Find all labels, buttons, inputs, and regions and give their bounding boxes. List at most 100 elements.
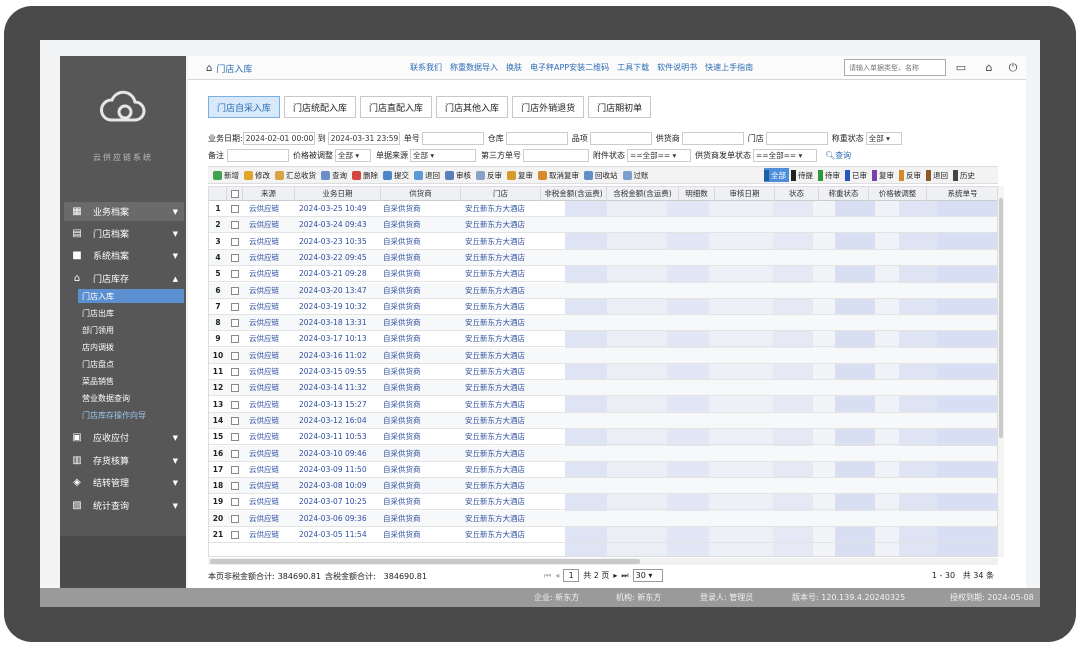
date-cell[interactable]: 2024-03-05 11:54 <box>299 527 381 543</box>
source-cell[interactable]: 云供应链 <box>249 397 295 413</box>
table-row[interactable]: 10 云供应链 2024-03-16 11:02 自采供货商 安丘新东方大酒店 <box>209 347 997 364</box>
source-cell[interactable]: 云供应链 <box>249 315 295 331</box>
sidebar-subitem-stocktake[interactable]: 门店盘点 <box>78 357 184 371</box>
row-checkbox[interactable] <box>231 482 239 491</box>
order-no-input[interactable] <box>421 131 484 145</box>
table-row[interactable]: 7 云供应链 2024-03-19 10:32 自采供货商 安丘新东方大酒店 <box>209 299 997 315</box>
supplier-cell[interactable]: 自采供货商 <box>383 283 461 299</box>
row-checkbox[interactable] <box>231 253 239 262</box>
table-row[interactable]: 17 云供应链 2024-03-09 11:50 自采供货商 安丘新东方大酒店 <box>209 462 997 478</box>
source-cell[interactable]: 云供应链 <box>249 250 295 266</box>
date-cell[interactable]: 2024-03-22 09:45 <box>299 250 381 266</box>
row-checkbox[interactable] <box>231 400 239 409</box>
store-cell[interactable]: 安丘新东方大酒店 <box>465 478 541 494</box>
store-cell[interactable]: 安丘新东方大酒店 <box>465 331 541 347</box>
sidebar-item-stock-accounting[interactable]: ▥ 存货核算 ▼ <box>64 451 184 470</box>
source-select[interactable]: 全部 ▾ <box>410 148 476 162</box>
row-checkbox[interactable] <box>231 221 239 230</box>
supplier-cell[interactable]: 自采供货商 <box>383 380 461 396</box>
status-filter-history[interactable]: 历史 <box>953 168 978 182</box>
date-from-input[interactable]: 2024-02-01 00:00 <box>242 131 315 145</box>
unapprove-button[interactable]: 反审 <box>476 170 502 181</box>
source-cell[interactable]: 云供应链 <box>249 429 295 445</box>
table-row[interactable]: 5 云供应链 2024-03-21 09:28 自采供货商 安丘新东方大酒店 <box>209 266 997 283</box>
table-row[interactable]: 18 云供应链 2024-03-08 10:09 自采供货商 安丘新东方大酒店 <box>209 478 997 495</box>
source-cell[interactable]: 云供应链 <box>249 234 295 250</box>
status-filter-pending-submit[interactable]: 待提 <box>791 168 816 182</box>
source-cell[interactable]: 云供应链 <box>249 380 295 396</box>
horizontal-scrollbar[interactable] <box>208 558 998 565</box>
row-checkbox[interactable] <box>231 335 239 344</box>
status-filter-reviewed[interactable]: 复审 <box>872 168 897 182</box>
date-cell[interactable]: 2024-03-10 09:46 <box>299 446 381 462</box>
price-adjusted-select[interactable]: 全部 ▾ <box>335 148 371 162</box>
status-filter-all[interactable]: 全部 <box>764 168 789 182</box>
supplier-input[interactable] <box>681 131 744 145</box>
sidebar-item-statistics[interactable]: ▧ 统计查询 ▼ <box>64 496 184 515</box>
date-cell[interactable]: 2024-03-20 13:47 <box>299 283 381 299</box>
supplier-cell[interactable]: 自采供货商 <box>383 331 461 347</box>
supplier-cell[interactable]: 自采供货商 <box>383 462 461 478</box>
date-cell[interactable]: 2024-03-07 10:25 <box>299 494 381 510</box>
date-cell[interactable]: 2024-03-15 09:55 <box>299 364 381 380</box>
store-cell[interactable]: 安丘新东方大酒店 <box>465 429 541 445</box>
sidebar-subitem-inventory-guide[interactable]: 门店库存操作向导 <box>78 408 184 422</box>
table-row[interactable]: 12 云供应链 2024-03-14 11:32 自采供货商 安丘新东方大酒店 <box>209 380 997 397</box>
date-cell[interactable]: 2024-03-06 09:36 <box>299 511 381 527</box>
source-cell[interactable]: 云供应链 <box>249 201 295 217</box>
table-row[interactable]: 6 云供应链 2024-03-20 13:47 自采供货商 安丘新东方大酒店 <box>209 282 997 299</box>
power-icon[interactable]: ⏻ <box>1006 61 1020 74</box>
page-number-input[interactable]: 1 <box>563 569 580 582</box>
table-row[interactable]: 19 云供应链 2024-03-07 10:25 自采供货商 安丘新东方大酒店 <box>209 494 997 511</box>
link-skin[interactable]: 换肤 <box>506 62 522 73</box>
row-checkbox[interactable] <box>231 433 239 442</box>
source-cell[interactable]: 云供应链 <box>249 527 295 543</box>
supplier-send-select[interactable]: ==全部== ▾ <box>753 148 817 162</box>
date-cell[interactable]: 2024-03-08 10:09 <box>299 478 381 494</box>
tab-direct-dist[interactable]: 门店直配入库 <box>360 96 433 118</box>
store-cell[interactable]: 安丘新东方大酒店 <box>465 527 541 543</box>
date-cell[interactable]: 2024-03-18 13:31 <box>299 315 381 331</box>
table-row[interactable]: 11 云供应链 2024-03-15 09:55 自采供货商 安丘新东方大酒店 <box>209 364 997 380</box>
table-row[interactable]: 15 云供应链 2024-03-11 10:53 自采供货商 安丘新东方大酒店 <box>209 429 997 446</box>
table-row[interactable]: 2 云供应链 2024-03-24 09:43 自采供货商 安丘新东方大酒店 <box>209 217 997 234</box>
source-cell[interactable]: 云供应链 <box>249 446 295 462</box>
link-manual[interactable]: 软件说明书 <box>657 62 697 73</box>
date-cell[interactable]: 2024-03-17 10:13 <box>299 331 381 347</box>
row-checkbox[interactable] <box>231 416 239 425</box>
source-cell[interactable]: 云供应链 <box>249 364 295 380</box>
row-checkbox[interactable] <box>231 205 239 213</box>
tab-opening[interactable]: 门店期初单 <box>588 96 652 118</box>
table-row[interactable]: 21 云供应链 2024-03-05 11:54 自采供货商 安丘新东方大酒店 <box>209 527 997 543</box>
store-cell[interactable]: 安丘新东方大酒店 <box>465 446 541 462</box>
date-to-input[interactable]: 2024-03-31 23:59 <box>327 131 400 145</box>
supplier-cell[interactable]: 自采供货商 <box>383 266 461 282</box>
sidebar-subitem-in-store-transfer[interactable]: 店内调拨 <box>78 340 184 354</box>
sidebar-item-store-inventory[interactable]: ⌂ 门店库存 ▲ <box>64 269 184 288</box>
source-cell[interactable]: 云供应链 <box>249 217 295 233</box>
supplier-cell[interactable]: 自采供货商 <box>383 250 461 266</box>
supplier-cell[interactable]: 自采供货商 <box>383 494 461 510</box>
page-size-select[interactable]: 30 ▾ <box>632 569 663 582</box>
supplier-cell[interactable]: 自采供货商 <box>383 234 461 250</box>
table-row[interactable]: 20 云供应链 2024-03-06 09:36 自采供货商 安丘新东方大酒店 <box>209 510 997 527</box>
store-cell[interactable]: 安丘新东方大酒店 <box>465 413 541 429</box>
row-checkbox[interactable] <box>231 351 239 360</box>
submit-button[interactable]: 提交 <box>383 170 409 181</box>
supplier-cell[interactable]: 自采供货商 <box>383 478 461 494</box>
edit-button[interactable]: 修改 <box>244 170 270 181</box>
date-cell[interactable]: 2024-03-13 15:27 <box>299 397 381 413</box>
source-cell[interactable]: 云供应链 <box>249 283 295 299</box>
store-cell[interactable]: 安丘新东方大酒店 <box>465 348 541 364</box>
sidebar-subitem-store-inbound[interactable]: 门店入库 <box>78 289 184 303</box>
select-all-header[interactable] <box>227 187 243 201</box>
search-input[interactable] <box>844 59 946 76</box>
tab-sales-return[interactable]: 门店外销退货 <box>512 96 585 118</box>
supplier-cell[interactable]: 自采供货商 <box>383 527 461 543</box>
row-checkbox[interactable] <box>231 302 239 311</box>
store-cell[interactable]: 安丘新东方大酒店 <box>465 364 541 380</box>
sidebar-subitem-dept-requisition[interactable]: 部门领用 <box>78 323 184 337</box>
link-weigh-import[interactable]: 称重数据导入 <box>450 62 498 73</box>
supplier-cell[interactable]: 自采供货商 <box>383 348 461 364</box>
source-cell[interactable]: 云供应链 <box>249 462 295 478</box>
